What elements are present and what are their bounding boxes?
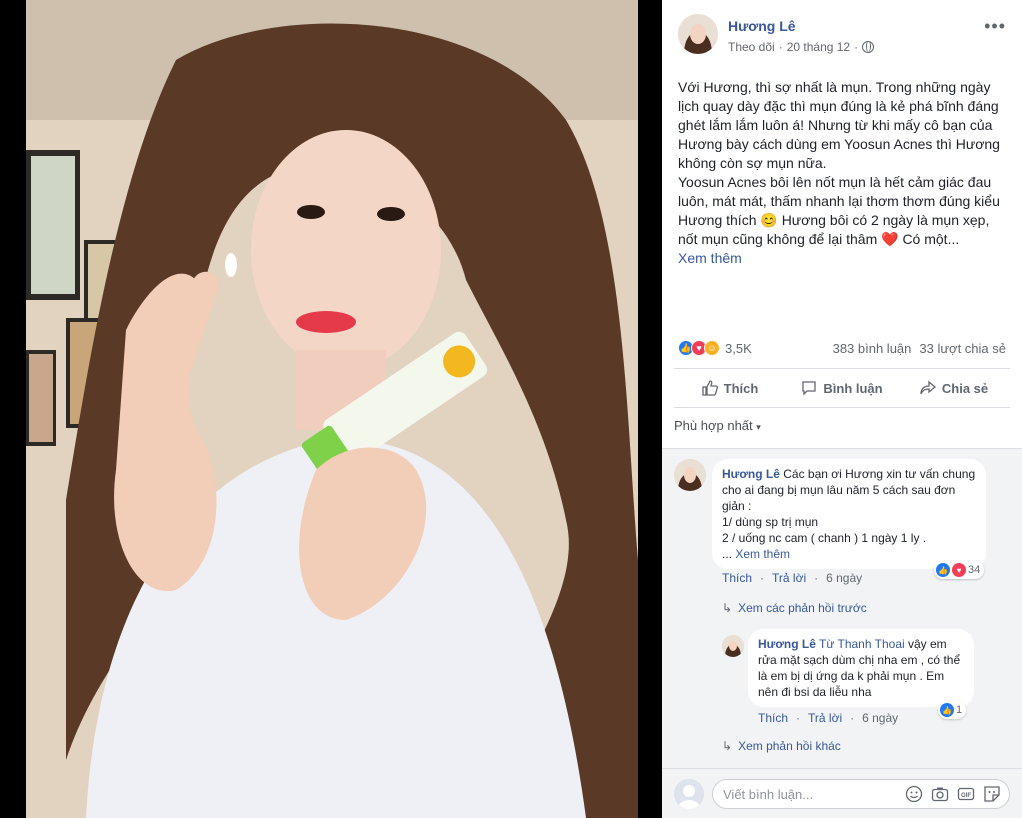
chevron-down-icon: ▾ — [756, 422, 761, 432]
comments-section: Hương Lê Các bạn ơi Hương xin tư vấn chu… — [662, 448, 1022, 768]
comment-ellipsis: ... — [722, 547, 736, 561]
comment-author[interactable]: Hương Lê — [722, 467, 780, 481]
reply-bubble: Hương Lê Từ Thanh Thoai vậy em rửa mặt s… — [748, 629, 974, 707]
comment-label: Bình luận — [823, 380, 883, 396]
post-meta: Theo dõi · 20 tháng 12 · — [728, 40, 875, 54]
comment-time[interactable]: 6 ngày — [826, 571, 862, 585]
reply-arrow-icon: ↳ — [722, 601, 733, 615]
reply-reactions[interactable]: 👍 1 — [938, 701, 967, 719]
comment-input-tools: GIF — [905, 785, 1001, 803]
post-photo[interactable] — [26, 0, 638, 818]
emoji-icon[interactable] — [905, 785, 923, 803]
more-options-icon[interactable]: ••• — [984, 16, 1006, 37]
post-side-panel: Hương Lê Theo dõi · 20 tháng 12 · ••• Vớ… — [662, 0, 1022, 818]
like-reaction-icon: 👍 — [940, 703, 954, 717]
post-date[interactable]: 20 tháng 12 — [787, 40, 850, 54]
sort-label: Phù hợp nhất — [674, 418, 753, 433]
reactions-count: 3,5K — [725, 340, 752, 356]
reply-action-separator: · — [796, 711, 801, 725]
avatar-image — [722, 635, 744, 657]
meta-separator: · — [778, 40, 783, 54]
share-icon — [920, 380, 936, 395]
view-more-replies[interactable]: ↳ Xem phản hồi khác — [722, 739, 841, 753]
avatar-image — [674, 779, 704, 809]
reply-like-link[interactable]: Thích — [758, 711, 788, 725]
follow-link[interactable]: Theo dõi — [728, 40, 775, 54]
post-stats: 👍 ♥ ☺ 3,5K 383 bình luận 33 lượt chia sẻ — [678, 338, 1006, 358]
comment-sort-dropdown[interactable]: Phù hợp nhất ▾ — [674, 418, 761, 433]
reply-reaction-count: 1 — [956, 704, 963, 716]
meta-separator-2: · — [854, 40, 859, 54]
post-actions: Thích Bình luận Chia sẻ — [674, 368, 1010, 408]
comment-reactions[interactable]: 👍 ♥ 34 — [934, 561, 985, 579]
camera-icon[interactable] — [931, 785, 949, 803]
sticker-icon[interactable] — [983, 785, 1001, 803]
view-previous-replies[interactable]: ↳ Xem các phản hồi trước — [722, 601, 867, 615]
view-more-replies-label: Xem phản hồi khác — [738, 739, 841, 753]
author-avatar[interactable] — [678, 14, 718, 54]
like-label: Thích — [723, 380, 759, 396]
see-more-link[interactable]: Xem thêm — [678, 250, 742, 266]
comment-input-box: GIF — [712, 779, 1010, 809]
comment-action-separator-2: · — [814, 571, 819, 585]
reply-time[interactable]: 6 ngày — [862, 711, 898, 725]
comment-icon — [802, 381, 817, 396]
author-name[interactable]: Hương Lê — [728, 18, 796, 34]
like-reaction-icon: 👍 — [936, 563, 950, 577]
photo-illustration — [26, 0, 638, 818]
reply-mention[interactable]: Từ Thanh Thoai — [819, 637, 905, 651]
haha-reaction-icon: ☺ — [704, 340, 720, 356]
reply-arrow-icon: ↳ — [722, 739, 733, 753]
comment-reaction-count: 34 — [968, 564, 981, 576]
reply-actions: Thích · Trả lời · 6 ngày — [758, 711, 898, 725]
reactions-summary[interactable]: 👍 ♥ ☺ 3,5K — [678, 340, 752, 356]
comment-action-separator: · — [760, 571, 765, 585]
reply-action-separator-2: · — [850, 711, 855, 725]
replier-avatar[interactable] — [722, 635, 744, 657]
share-label: Chia sẻ — [941, 380, 989, 396]
comment-like-link[interactable]: Thích — [722, 571, 752, 585]
view-previous-replies-label: Xem các phản hồi trước — [738, 601, 867, 615]
comment-bubble: Hương Lê Các bạn ơi Hương xin tư vấn chu… — [712, 459, 986, 569]
commenter-avatar[interactable] — [674, 459, 706, 491]
svg-text:GIF: GIF — [961, 793, 971, 799]
like-button[interactable]: Thích — [674, 369, 786, 407]
reply-author[interactable]: Hương Lê — [758, 637, 816, 651]
comment-actions: Thích · Trả lời · 6 ngày — [722, 571, 862, 585]
reply-reply-link[interactable]: Trả lời — [808, 711, 842, 725]
comment-button[interactable]: Bình luận — [786, 369, 898, 407]
write-comment-bar: GIF — [662, 768, 1022, 818]
post-text: Với Hương, thì sợ nhất là mụn. Trong nhữ… — [678, 78, 1012, 268]
thumbs-up-icon — [702, 380, 718, 396]
post-body: Với Hương, thì sợ nhất là mụn. Trong nhữ… — [678, 79, 1000, 247]
comment-reply-link[interactable]: Trả lời — [772, 571, 806, 585]
avatar-image — [678, 14, 718, 54]
comment-input[interactable] — [713, 780, 893, 808]
avatar-image — [674, 459, 706, 491]
shares-count[interactable]: 33 lượt chia sẻ — [919, 341, 1006, 356]
comments-count[interactable]: 383 bình luận — [833, 341, 912, 356]
post-header: Hương Lê Theo dõi · 20 tháng 12 · ••• — [662, 0, 1022, 60]
love-reaction-icon: ♥ — [952, 563, 966, 577]
gif-icon[interactable]: GIF — [957, 785, 975, 803]
comment-see-more-link[interactable]: Xem thêm — [735, 547, 790, 561]
globe-icon — [862, 41, 875, 53]
share-button[interactable]: Chia sẻ — [898, 369, 1010, 407]
my-avatar — [674, 779, 704, 809]
photo-viewer — [0, 0, 662, 818]
